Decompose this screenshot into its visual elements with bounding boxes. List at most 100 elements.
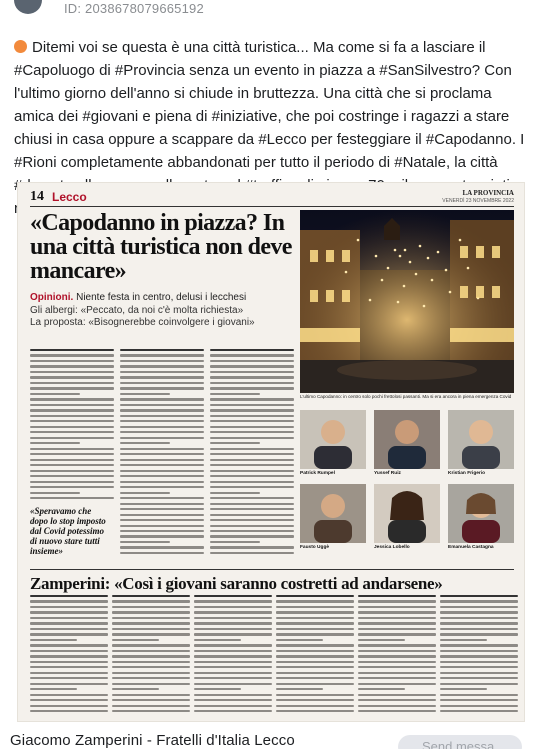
text-line	[112, 693, 190, 696]
text-line	[358, 595, 436, 598]
subhead-proposal: La proposta: «Bisognerebbe coinvolgere i…	[30, 317, 255, 328]
text-line	[440, 595, 518, 598]
send-message-button[interactable]: Send messa...	[398, 735, 522, 749]
text-line	[194, 655, 272, 658]
text-line	[120, 370, 204, 374]
author-name[interactable]: Giacomo Zamperini - Fratelli d'Italia Le…	[10, 732, 295, 749]
post-header: ID: 2038678079665192	[0, 0, 539, 20]
text-line	[30, 431, 114, 434]
text-line	[120, 447, 204, 450]
portrait-photo	[448, 410, 514, 469]
second-headline-name: Zamperini:	[30, 574, 111, 593]
subhead-hotels: Gli albergi: «Peccato, da noi c'è molta …	[30, 304, 244, 316]
text-line	[30, 349, 114, 352]
text-line	[440, 605, 518, 609]
text-line	[276, 600, 354, 603]
portrait-name: Jessica Lobello	[374, 545, 410, 550]
text-line	[120, 359, 204, 363]
text-line	[358, 688, 405, 691]
text-line	[112, 710, 190, 713]
text-line	[30, 633, 108, 636]
text-line	[30, 458, 114, 461]
text-line	[276, 644, 354, 647]
text-line	[276, 595, 354, 598]
text-line	[440, 682, 518, 685]
text-line	[112, 666, 190, 669]
text-line	[440, 704, 518, 707]
text-line	[112, 671, 190, 674]
text-line	[30, 660, 108, 663]
newspaper-headline: «Capodanno in piazza? In una città turis…	[30, 210, 292, 284]
newspaper-image[interactable]: 14 Lecco LA PROVINCIA VENERDÌ 23 NOVEMBR…	[18, 183, 524, 721]
text-line	[30, 464, 114, 467]
text-line	[30, 710, 108, 713]
text-line	[30, 622, 108, 625]
text-line	[210, 524, 294, 527]
text-line	[30, 475, 114, 478]
text-line	[30, 644, 108, 647]
text-line	[210, 349, 294, 352]
text-line	[30, 480, 114, 483]
text-line	[30, 595, 108, 598]
text-line	[30, 359, 114, 363]
text-line	[120, 431, 204, 434]
text-line	[194, 693, 272, 696]
text-line	[440, 699, 518, 702]
text-line	[358, 627, 436, 631]
text-line	[120, 508, 204, 511]
text-line	[30, 655, 108, 658]
text-line	[440, 611, 518, 614]
publication-date: VENERDÌ 23 NOVEMBRE 2022	[442, 198, 514, 204]
text-line	[194, 660, 272, 663]
orange-circle-icon	[14, 40, 27, 53]
text-line	[30, 453, 114, 456]
text-line	[30, 693, 108, 696]
text-line	[440, 627, 518, 631]
text-line	[30, 649, 108, 653]
text-line	[120, 442, 171, 445]
text-line	[194, 622, 272, 625]
second-headline: Zamperini: «Così i giovani saranno costr…	[30, 569, 514, 594]
text-line	[210, 540, 261, 544]
text-line	[120, 535, 204, 538]
text-line	[210, 431, 294, 434]
portrait-name: Patrick Rumpel	[300, 471, 335, 476]
portrait-name: Emanuela Castagna	[448, 545, 494, 550]
text-line	[210, 425, 294, 428]
text-line	[210, 469, 294, 472]
text-line	[120, 486, 204, 489]
text-line	[440, 688, 487, 691]
text-line	[120, 497, 204, 500]
text-line	[440, 638, 487, 642]
text-line	[210, 497, 294, 500]
text-line	[276, 633, 354, 636]
text-line	[112, 611, 190, 614]
profile-avatar[interactable]	[14, 0, 42, 14]
text-line	[30, 354, 114, 357]
text-line	[120, 469, 204, 472]
portrait-name: Yussef Ruiz	[374, 471, 401, 476]
text-line	[112, 704, 190, 707]
text-line	[30, 486, 114, 489]
text-line	[120, 436, 204, 439]
newspaper-subheads: Opinioni. Niente festa in centro, delusi…	[30, 292, 292, 330]
text-line	[30, 365, 114, 368]
kicker: Opinioni.	[30, 292, 74, 303]
text-line	[358, 682, 436, 685]
portrait-name: Fausto Uggè	[300, 545, 330, 550]
text-line	[30, 381, 114, 385]
text-line	[112, 677, 190, 680]
text-line	[440, 622, 518, 625]
text-line	[276, 611, 354, 614]
text-line	[30, 447, 114, 450]
text-line	[210, 447, 294, 450]
text-line	[210, 529, 294, 533]
section-name: Lecco	[52, 190, 87, 204]
text-line	[112, 616, 190, 620]
text-line	[30, 370, 114, 374]
text-line	[120, 349, 204, 352]
text-line	[194, 644, 272, 647]
text-line	[120, 546, 204, 549]
portrait-name: Kristian Frigerio	[448, 471, 486, 476]
text-line	[112, 595, 190, 598]
